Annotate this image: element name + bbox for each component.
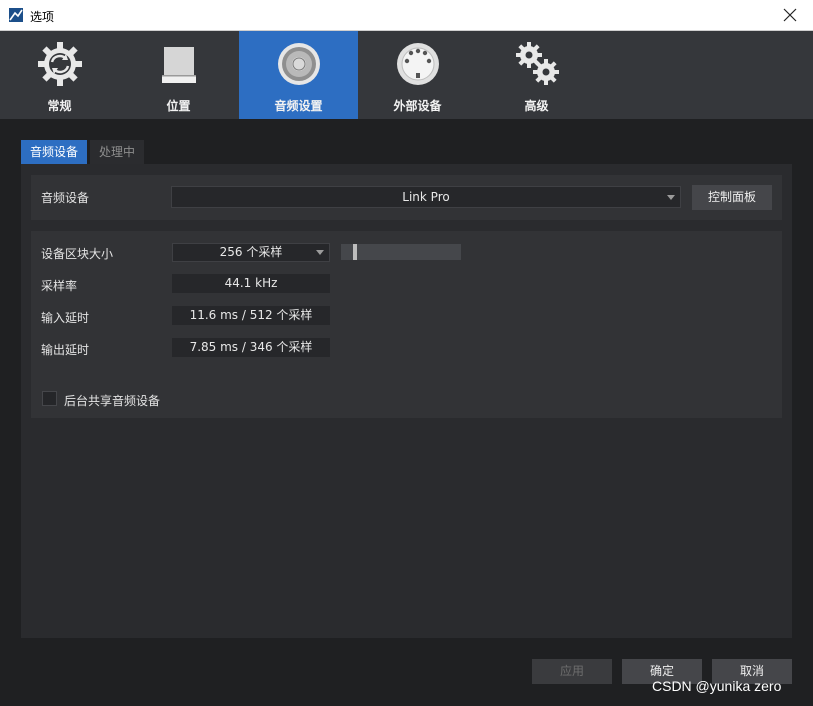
- category-advanced[interactable]: 高级: [477, 31, 596, 119]
- tab-audio-device[interactable]: 音频设备: [21, 140, 88, 164]
- input-latency-label: 输入延时: [41, 311, 90, 325]
- slider-handle[interactable]: [353, 244, 357, 260]
- title-bar: 选项: [0, 0, 813, 31]
- category-bar: 常规 位置 音频设置 外部设备 高级: [0, 31, 813, 119]
- window-title: 选项: [30, 10, 55, 24]
- audio-device-value: Link Pro: [402, 190, 450, 204]
- category-label: 高级: [524, 99, 549, 113]
- category-label: 位置: [166, 99, 191, 113]
- sample-rate-label: 采样率: [41, 279, 78, 293]
- chevron-down-icon: [667, 195, 675, 200]
- share-device-label: 后台共享音频设备: [64, 394, 161, 408]
- output-latency-label: 输出延时: [41, 343, 90, 357]
- share-device-checkbox[interactable]: [42, 391, 57, 406]
- category-label: 外部设备: [393, 99, 442, 113]
- apply-button[interactable]: 应用: [532, 659, 612, 684]
- tab-processing[interactable]: 处理中: [90, 140, 145, 164]
- audio-device-select[interactable]: Link Pro: [171, 186, 681, 208]
- control-panel-button[interactable]: 控制面板: [692, 185, 772, 210]
- category-audio-setup[interactable]: 音频设置: [239, 31, 358, 119]
- category-external-devices[interactable]: 外部设备: [358, 31, 477, 119]
- block-size-select[interactable]: 256 个采样: [172, 243, 330, 262]
- block-size-slider[interactable]: [341, 244, 461, 260]
- app-logo-icon: [9, 8, 23, 22]
- sync-gear-icon: [38, 42, 82, 86]
- category-label: 音频设置: [274, 99, 323, 113]
- close-button[interactable]: [767, 0, 813, 30]
- gears-icon: [516, 42, 559, 85]
- midi-port-icon: [397, 43, 439, 85]
- output-latency-value: 7.85 ms / 346 个采样: [172, 338, 330, 357]
- block-size-value: 256 个采样: [219, 245, 283, 259]
- block-size-label: 设备区块大小: [41, 247, 114, 261]
- sample-rate-value: 44.1 kHz: [172, 274, 330, 293]
- category-general[interactable]: 常规: [0, 31, 119, 119]
- watermark-text: CSDN @yunika zero: [652, 678, 782, 694]
- category-location[interactable]: 位置: [119, 31, 238, 119]
- input-latency-value: 11.6 ms / 512 个采样: [172, 306, 330, 325]
- close-icon: [783, 8, 797, 22]
- hard-drive-icon: [162, 47, 196, 83]
- category-label: 常规: [47, 99, 72, 113]
- audio-device-label: 音频设备: [41, 191, 90, 205]
- chevron-down-icon: [316, 250, 324, 255]
- speaker-icon: [278, 43, 320, 85]
